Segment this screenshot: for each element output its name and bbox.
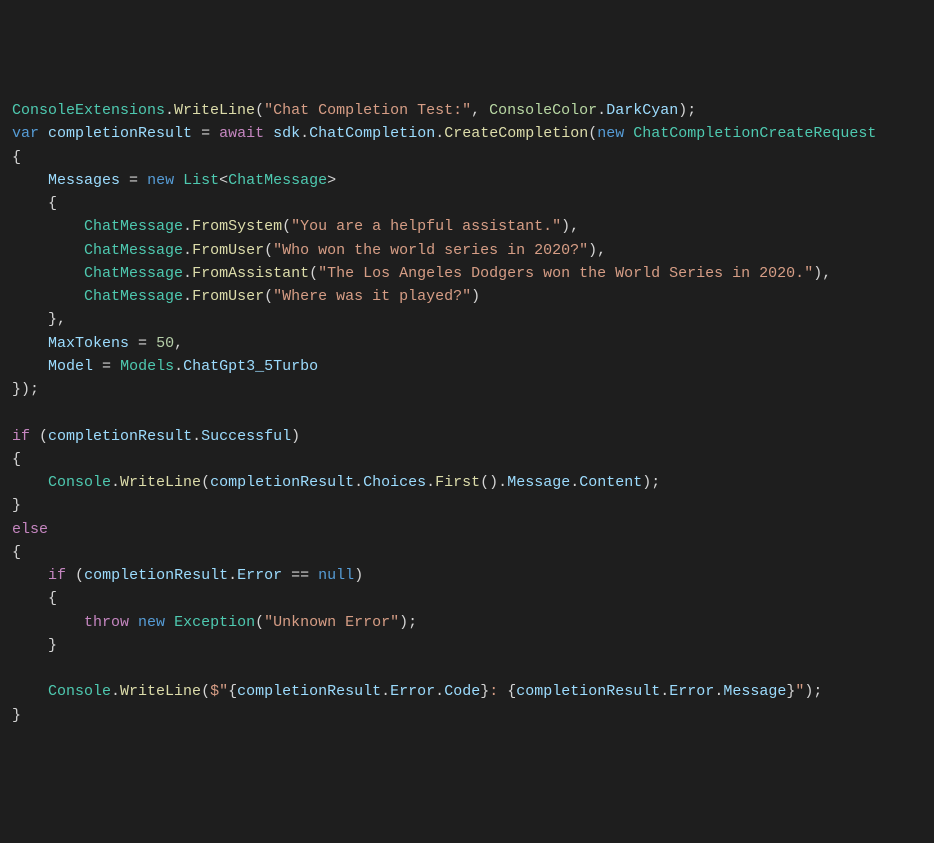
property: Model <box>48 358 93 375</box>
type-name: ChatMessage <box>84 242 183 259</box>
type-name: Console <box>48 683 111 700</box>
method-name: FromAssistant <box>192 265 309 282</box>
property: Content <box>579 474 642 491</box>
keyword: if <box>12 428 30 445</box>
code-line: } <box>12 497 21 514</box>
string-literal: "You are a helpful assistant." <box>291 218 561 235</box>
code-line: } <box>12 637 57 654</box>
string-literal: "Who won the world series in 2020?" <box>273 242 588 259</box>
keyword: new <box>147 172 174 189</box>
keyword: else <box>12 521 48 538</box>
type-name: List <box>183 172 219 189</box>
property: Message <box>507 474 570 491</box>
property: ChatGpt3_5Turbo <box>183 358 318 375</box>
type-name: Exception <box>174 614 255 631</box>
keyword: var <box>12 125 39 142</box>
blank-line <box>12 404 21 421</box>
property: Error <box>669 683 714 700</box>
code-line: else <box>12 521 48 538</box>
code-line: }); <box>12 381 39 398</box>
code-block[interactable]: ConsoleExtensions.WriteLine("Chat Comple… <box>12 99 922 727</box>
enum-type: ConsoleColor <box>489 102 597 119</box>
code-line: MaxTokens = 50, <box>12 335 183 352</box>
type-name: ChatMessage <box>84 218 183 235</box>
code-line: if (completionResult.Error == null) <box>12 567 363 584</box>
method-name: FromSystem <box>192 218 282 235</box>
property: Error <box>390 683 435 700</box>
blank-line <box>12 660 21 677</box>
code-line: { <box>12 544 21 561</box>
keyword: throw <box>84 614 129 631</box>
type-name: Models <box>120 358 174 375</box>
code-line: { <box>12 451 21 468</box>
code-line: Console.WriteLine($"{completionResult.Er… <box>12 683 822 700</box>
property: Message <box>723 683 786 700</box>
property: Messages <box>48 172 120 189</box>
variable: completionResult <box>516 683 660 700</box>
code-line: ChatMessage.FromSystem("You are a helpfu… <box>12 218 579 235</box>
method-name: WriteLine <box>174 102 255 119</box>
keyword: null <box>318 567 354 584</box>
keyword: await <box>219 125 264 142</box>
type-name: ChatMessage <box>84 265 183 282</box>
code-line: if (completionResult.Successful) <box>12 428 300 445</box>
type-name: ChatMessage <box>84 288 183 305</box>
string-literal: "Where was it played?" <box>273 288 471 305</box>
property: ChatCompletion <box>309 125 435 142</box>
method-name: FromUser <box>192 288 264 305</box>
keyword: new <box>138 614 165 631</box>
code-line: ChatMessage.FromUser("Where was it playe… <box>12 288 480 305</box>
property: Successful <box>201 428 291 445</box>
variable: completionResult <box>237 683 381 700</box>
code-line: Model = Models.ChatGpt3_5Turbo <box>12 358 318 375</box>
code-line: { <box>12 149 21 166</box>
variable: completionResult <box>48 125 192 142</box>
variable: completionResult <box>48 428 192 445</box>
enum-value: DarkCyan <box>606 102 678 119</box>
string-literal: "The Los Angeles Dodgers won the World S… <box>318 265 813 282</box>
method-name: CreateCompletion <box>444 125 588 142</box>
method-name: WriteLine <box>120 683 201 700</box>
property: Choices <box>363 474 426 491</box>
code-line: { <box>12 590 57 607</box>
code-line: ChatMessage.FromAssistant("The Los Angel… <box>12 265 831 282</box>
property: MaxTokens <box>48 335 129 352</box>
keyword: if <box>48 567 66 584</box>
string-literal: "Chat Completion Test:" <box>264 102 471 119</box>
property: Error <box>237 567 282 584</box>
method-name: WriteLine <box>120 474 201 491</box>
code-line: Messages = new List<ChatMessage> <box>12 172 336 189</box>
code-line: } <box>12 707 21 724</box>
generic-type: ChatMessage <box>228 172 327 189</box>
variable: completionResult <box>210 474 354 491</box>
code-line: }, <box>12 311 66 328</box>
type-name: Console <box>48 474 111 491</box>
method-name: First <box>435 474 480 491</box>
number-literal: 50 <box>156 335 174 352</box>
property: Code <box>444 683 480 700</box>
code-line: var completionResult = await sdk.ChatCom… <box>12 125 876 142</box>
type-name: ChatCompletionCreateRequest <box>633 125 876 142</box>
variable: completionResult <box>84 567 228 584</box>
keyword: new <box>597 125 624 142</box>
string-literal: "Unknown Error" <box>264 614 399 631</box>
code-line: Console.WriteLine(completionResult.Choic… <box>12 474 660 491</box>
variable: sdk <box>273 125 300 142</box>
code-line: ChatMessage.FromUser("Who won the world … <box>12 242 606 259</box>
type-name: ConsoleExtensions <box>12 102 165 119</box>
method-name: FromUser <box>192 242 264 259</box>
code-line: throw new Exception("Unknown Error"); <box>12 614 417 631</box>
code-line: { <box>12 195 57 212</box>
code-line: ConsoleExtensions.WriteLine("Chat Comple… <box>12 102 696 119</box>
